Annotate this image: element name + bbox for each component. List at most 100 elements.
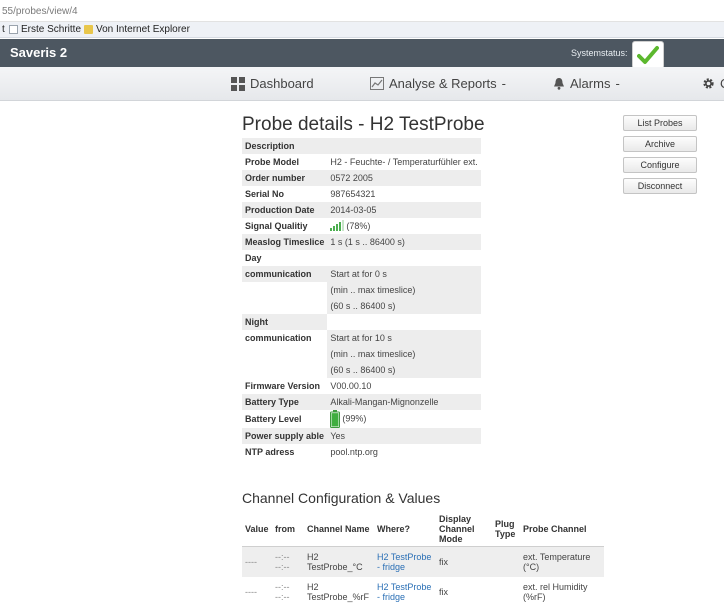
channel-from: --:-- — [275, 591, 290, 602]
nav-analyse-reports[interactable]: Analyse & Reports - — [370, 76, 506, 91]
nav-settings[interactable]: C — [702, 76, 724, 91]
detail-label: communication — [242, 266, 328, 282]
column-header: Plug Type — [492, 512, 520, 547]
channel-display-mode: fix — [439, 586, 448, 597]
gear-icon — [703, 78, 714, 89]
signal-bar — [330, 228, 333, 232]
detail-row-battery-type: Battery Type Alkali-Mangan-Mignonzelle — [242, 394, 481, 410]
detail-value: 987654321 — [330, 189, 376, 199]
channel-table-header: Value from Channel Name Where? Display C… — [242, 512, 604, 547]
detail-value: (60 s .. 86400 s) — [327, 298, 481, 314]
system-status-indicator[interactable] — [632, 41, 664, 69]
detail-row-signal: Signal Qualitiy (78%) — [242, 218, 481, 234]
dropdown-caret-icon: - — [501, 76, 507, 91]
bookmark-label: Erste Schritte — [21, 24, 82, 35]
nav-settings-label: C — [720, 76, 724, 91]
detail-label: Battery Type — [242, 394, 328, 410]
detail-row-night-communication: communication Start at for 10 s — [242, 330, 481, 346]
detail-row-day-heading: Day — [242, 250, 481, 266]
channel-probe-channel: ext. Temperature (°C) — [520, 546, 604, 577]
detail-value: (min .. max timeslice) — [327, 346, 481, 362]
list-probes-button[interactable]: List Probes — [623, 115, 697, 131]
signal-bar — [342, 220, 345, 232]
detail-label: Power supply able — [242, 428, 328, 444]
table-row: ---- --:-- --:-- H2 TestProbe_%rF H2 Tes… — [242, 577, 604, 607]
channel-plug-type — [492, 577, 520, 607]
detail-label: Production Date — [242, 202, 328, 218]
url-bar[interactable]: 55/probes/view/4 — [0, 0, 724, 22]
signal-strength-icon — [330, 220, 345, 232]
chart-icon — [370, 77, 384, 90]
detail-row-probe-model: Probe Model H2 - Feuchte- / Temperaturfü… — [242, 154, 481, 170]
detail-label: communication — [242, 330, 328, 346]
channel-probe-channel: ext. rel Humidity (%rF) — [523, 581, 588, 602]
detail-label: Measlog Timeslice — [242, 234, 328, 250]
detail-value: 0572 2005 — [327, 170, 481, 186]
channel-from: --:-- — [275, 551, 290, 562]
detail-row-production-date: Production Date 2014-03-05 — [242, 202, 481, 218]
app-brand[interactable]: Saveris 2 — [10, 45, 67, 60]
signal-bar — [333, 226, 336, 232]
detail-label: Serial No — [245, 189, 285, 199]
disconnect-button[interactable]: Disconnect — [623, 178, 697, 194]
channel-display-mode: fix — [436, 546, 492, 577]
bookmarks-bar: t Erste Schritte Von Internet Explorer — [0, 22, 724, 38]
detail-value: Start at for 0 s — [327, 266, 481, 282]
detail-label: Signal Qualitiy — [245, 221, 308, 231]
channel-location-link[interactable]: H2 TestProbe - fridge — [374, 546, 436, 577]
detail-row-firmware: Firmware Version V00.00.10 — [242, 378, 481, 394]
detail-value: 1 s (1 s .. 86400 s) — [327, 234, 481, 250]
detail-label: Battery Level — [245, 414, 302, 424]
channel-from: --:-- — [275, 561, 290, 572]
detail-value: H2 - Feuchte- / Temperaturfühler ext. — [330, 157, 478, 167]
detail-label: Day — [245, 253, 262, 263]
channel-name: H2 TestProbe_°C — [304, 546, 374, 577]
system-status-label: Systemstatus: — [571, 48, 628, 58]
channel-table: Value from Channel Name Where? Display C… — [242, 512, 604, 607]
detail-value: Alkali-Mangan-Mignonzelle — [327, 394, 481, 410]
channel-plug-type — [492, 546, 520, 577]
detail-value: (60 s .. 86400 s) — [327, 362, 481, 378]
channel-value: ---- — [242, 546, 272, 577]
detail-value: (min .. max timeslice) — [327, 282, 481, 298]
nav-alarms-label: Alarms — [570, 76, 611, 91]
signal-bar — [339, 222, 342, 232]
nav-dashboard[interactable]: Dashboard — [231, 76, 314, 91]
page-icon — [9, 25, 18, 34]
column-header: Channel Name — [304, 512, 374, 547]
detail-label: Night — [242, 314, 328, 330]
probe-details-table: Description Probe Model H2 - Feuchte- / … — [242, 138, 481, 460]
nav-dashboard-label: Dashboard — [250, 76, 314, 91]
main-nav: Dashboard Analyse & Reports - Alarms - C — [0, 67, 724, 101]
channel-name: H2 TestProbe_%rF — [307, 581, 370, 602]
detail-row-battery-level: Battery Level (99%) — [242, 410, 481, 428]
channel-from: --:-- — [275, 581, 290, 592]
signal-quality-value: (78%) — [346, 220, 371, 231]
detail-row-day-communication: communication Start at for 0 s — [242, 266, 481, 282]
configure-button[interactable]: Configure — [623, 157, 697, 173]
column-header: from — [272, 512, 304, 547]
column-header: Probe Channel — [520, 512, 604, 547]
bookmark-erste-schritte[interactable]: Erste Schritte — [9, 24, 81, 35]
battery-level-value: (99%) — [342, 413, 367, 424]
dropdown-caret-icon: - — [615, 76, 620, 91]
channel-location-link[interactable]: H2 TestProbe - fridge — [374, 577, 436, 607]
detail-row-measlog: Measlog Timeslice 1 s (1 s .. 86400 s) — [242, 234, 481, 250]
signal-bar — [336, 224, 339, 232]
detail-value: Yes — [327, 428, 481, 444]
detail-row-serial: Serial No 987654321 — [242, 186, 481, 202]
nav-alarms[interactable]: Alarms - — [553, 76, 620, 91]
detail-value: 2014-03-05 — [327, 202, 481, 218]
app-header: Saveris 2 Systemstatus: — [0, 39, 724, 67]
detail-value — [327, 138, 481, 154]
bookmark-label: Von Internet Explorer — [96, 24, 190, 35]
url-text: 55/probes/view/4 — [2, 6, 78, 17]
checkmark-icon — [637, 46, 659, 64]
dashboard-icon — [231, 76, 245, 91]
bookmark-von-internet-explorer[interactable]: Von Internet Explorer — [84, 24, 190, 35]
archive-button[interactable]: Archive — [623, 136, 697, 152]
detail-row-night-heading: Night — [242, 314, 481, 330]
column-header: Display Channel Mode — [436, 512, 492, 547]
detail-row-description: Description — [242, 138, 481, 154]
detail-value: Start at for 10 s — [327, 330, 481, 346]
